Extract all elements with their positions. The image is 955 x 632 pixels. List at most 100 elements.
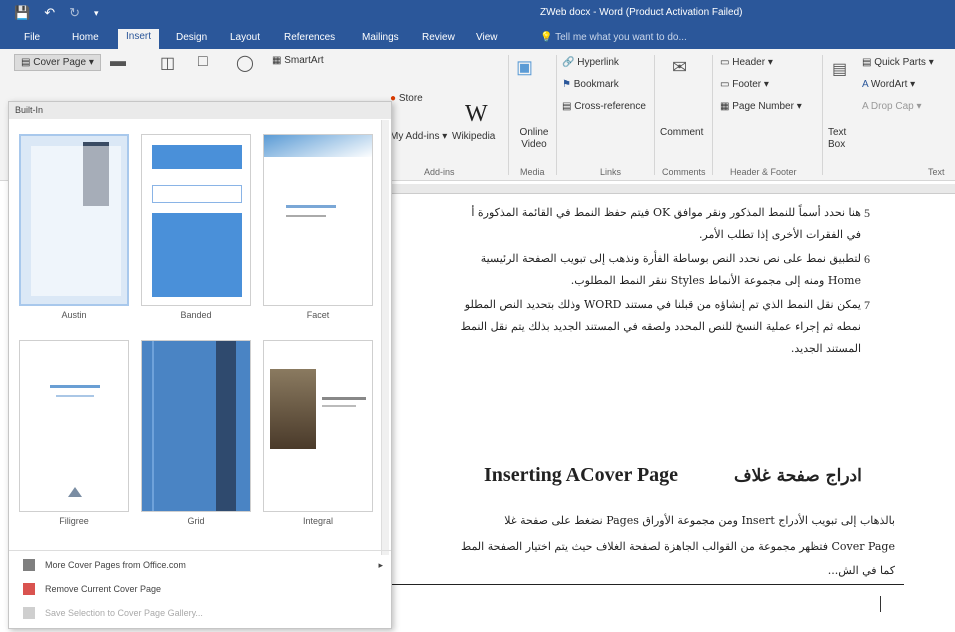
title-bar: 💾 ↶ ↻ ▾ ZWeb docx - Word (Product Activa… — [0, 0, 955, 27]
header-icon: ▭ — [720, 57, 730, 68]
footer-icon: ▭ — [720, 79, 730, 90]
tab-mailings[interactable]: Mailings — [354, 30, 407, 45]
gallery-header: Built-In — [9, 102, 391, 119]
thumb-decoration — [286, 215, 326, 217]
list-item-line: المستند الجديد. — [790, 342, 861, 355]
office-com-icon — [23, 559, 35, 571]
page-number-button[interactable]: ▦ Page Number ▾ — [720, 101, 802, 112]
tell-me-box[interactable]: 💡 Tell me what you want to do... — [540, 32, 687, 43]
online-video-label: Online Video — [519, 127, 549, 150]
text-box-icon[interactable]: ▤ — [832, 59, 847, 79]
redo-icon[interactable]: ↻ — [69, 5, 80, 21]
thumb-decoration — [50, 385, 100, 388]
cross-reference-icon: ▤ — [562, 101, 572, 112]
tab-view[interactable]: View — [468, 30, 506, 45]
thumb-decoration — [152, 213, 242, 297]
tab-file[interactable]: File — [16, 30, 48, 45]
body-line: كما في الش... — [827, 564, 895, 577]
cross-reference-button[interactable]: ▤ Cross-reference — [562, 101, 646, 112]
cover-thumb-filigree[interactable] — [19, 340, 129, 512]
wikipedia-icon[interactable]: W — [465, 101, 488, 128]
quick-parts-button[interactable]: ▤ Quick Parts ▾ — [862, 57, 934, 68]
group-text: Text — [928, 167, 945, 177]
thumb-decoration — [216, 341, 236, 511]
document-page[interactable]: هنا نحدد أسماً للنمط المذكور ونقر موافق … — [384, 196, 955, 632]
undo-icon[interactable]: ↶ — [44, 5, 55, 21]
cover-thumb-integral[interactable] — [263, 340, 373, 512]
hyperlink-button[interactable]: 🔗 Hyperlink — [562, 57, 619, 68]
wordart-button[interactable]: A WordArt ▾ — [862, 79, 915, 90]
group-media: Media — [520, 167, 545, 177]
list-item-line: نمطه ثم إجراء عملية النسخ للنص المحدد ول… — [460, 320, 861, 333]
chevron-right-icon: ▸ — [378, 559, 383, 570]
hyperlink-icon: 🔗 — [562, 57, 575, 68]
list-item-line: يمكن نقل النمط الذي تم إنشاؤه من قبلنا ف… — [464, 298, 861, 311]
separator — [654, 55, 655, 175]
save-selection-icon — [23, 607, 35, 619]
bookmark-icon: ⚑ — [562, 79, 571, 90]
remove-cover-page-item[interactable]: Remove Current Cover Page — [9, 578, 391, 600]
smartart-button[interactable]: ▦ SmartArt — [272, 55, 324, 66]
list-number: 6 — [864, 252, 870, 266]
ribbon-tabs: File Home Insert Design Layout Reference… — [0, 27, 955, 49]
group-comments: Comments — [662, 167, 706, 177]
thumb-decoration — [152, 341, 154, 511]
separator — [508, 55, 509, 175]
wikipedia-label: Wikipedia — [452, 131, 496, 142]
smartart-icon: ▦ — [272, 55, 282, 66]
more-cover-pages-item[interactable]: More Cover Pages from Office.com ▸ — [9, 554, 391, 576]
tab-review[interactable]: Review — [414, 30, 463, 45]
thumb-decoration — [152, 185, 242, 203]
tab-references[interactable]: References — [276, 30, 343, 45]
thumb-decoration — [68, 487, 82, 497]
customize-qat-icon[interactable]: ▾ — [94, 8, 99, 19]
my-addins-button[interactable]: My Add-ins ▾ — [390, 131, 447, 142]
comment-label: Comment — [660, 127, 704, 138]
tell-me-text: Tell me what you want to do... — [555, 32, 687, 43]
thumb-decoration — [264, 135, 372, 157]
group-header-footer: Header & Footer — [730, 167, 797, 177]
separator — [822, 55, 823, 175]
divider — [384, 584, 904, 585]
list-item-line: هنا نحدد أسماً للنمط المذكور ونقر موافق … — [471, 206, 861, 219]
tab-home[interactable]: Home — [64, 30, 107, 45]
bookmark-button[interactable]: ⚑ Bookmark — [562, 79, 619, 90]
tab-design[interactable]: Design — [168, 30, 215, 45]
blank-page-icon[interactable]: ▬ — [110, 53, 126, 71]
table-icon[interactable]: ◫ — [160, 53, 175, 73]
cover-page-button[interactable]: ▤ Cover Page ▾ — [14, 54, 101, 71]
window-title: ZWeb docx - Word (Product Activation Fai… — [540, 7, 743, 18]
thumb-caption: Grid — [187, 516, 205, 526]
list-number: 7 — [864, 298, 870, 312]
drop-cap-button[interactable]: A Drop Cap ▾ — [862, 101, 922, 112]
thumb-caption: Banded — [180, 310, 212, 320]
shapes-icon[interactable]: ◯ — [236, 53, 254, 73]
list-number: 5 — [864, 206, 870, 220]
cover-thumb-banded[interactable] — [141, 134, 251, 306]
gallery-scrollbar[interactable] — [381, 120, 389, 555]
cover-thumb-grid[interactable] — [141, 340, 251, 512]
footer-button[interactable]: ▭ Footer ▾ — [720, 79, 769, 90]
list-item-line: في الفقرات الأخرى إذا تطلب الأمر. — [698, 228, 861, 241]
save-selection-item[interactable]: Save Selection to Cover Page Gallery... — [9, 602, 391, 624]
cover-thumb-facet[interactable] — [263, 134, 373, 306]
tab-insert[interactable]: Insert — [118, 29, 160, 49]
thumb-decoration — [322, 397, 366, 400]
online-video-icon[interactable]: ▣ — [516, 57, 533, 78]
thumb-caption: Integral — [302, 516, 334, 526]
store-button[interactable]: ● Store — [390, 93, 423, 104]
tab-layout[interactable]: Layout — [222, 30, 268, 45]
pictures-icon[interactable]: □ — [198, 53, 208, 71]
drop-cap-icon: A — [862, 101, 869, 112]
text-cursor — [880, 596, 881, 612]
thumb-decoration — [286, 205, 336, 208]
thumb-decoration — [152, 145, 242, 169]
cover-thumb-austin[interactable] — [19, 134, 129, 306]
comment-icon[interactable]: ✉ — [672, 57, 687, 78]
remove-cover-page-icon — [23, 583, 35, 595]
horizontal-ruler[interactable] — [384, 184, 955, 194]
header-button[interactable]: ▭ Header ▾ — [720, 57, 773, 68]
gallery-divider — [9, 550, 391, 551]
save-icon[interactable]: 💾 — [14, 5, 30, 21]
thumb-photo — [270, 369, 316, 449]
